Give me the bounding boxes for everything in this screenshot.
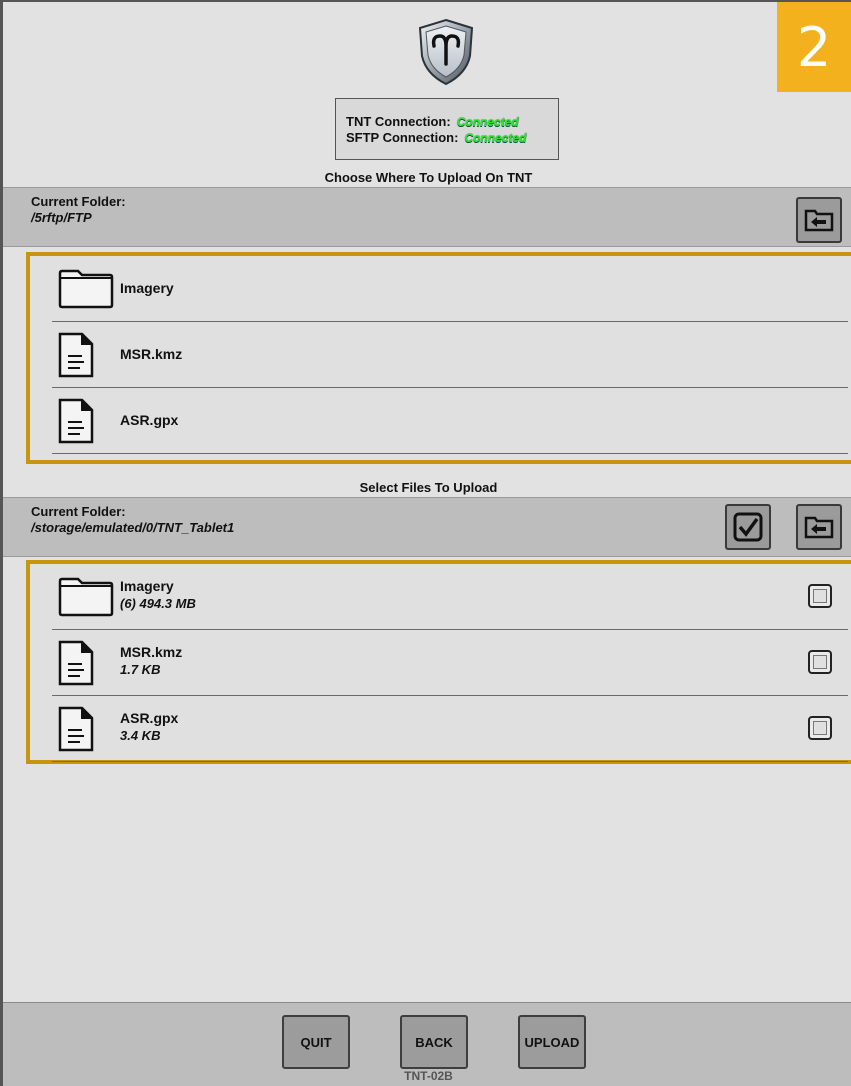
- step-badge: 2: [777, 2, 851, 92]
- local-item-size: 3.4 KB: [120, 728, 161, 743]
- folder-icon: [58, 269, 114, 309]
- remote-section-title: Choose Where To Upload On TNT: [324, 170, 533, 185]
- remote-folder-up-button[interactable]: [796, 197, 842, 243]
- remote-file-list: Imagery MSR.kmz ASR.gpx: [26, 252, 851, 464]
- select-all-button[interactable]: [725, 504, 771, 550]
- folder-back-icon: [804, 209, 834, 232]
- remote-list-item-asr[interactable]: ASR.gpx: [52, 388, 848, 454]
- app-screen: 2 TNT Connection: Connected SFTP Connect…: [0, 0, 851, 1086]
- tnt-connection-row: TNT Connection: Connected: [346, 114, 558, 130]
- file-icon: [58, 332, 94, 378]
- folder-icon: [58, 577, 114, 617]
- connection-status-box: TNT Connection: Connected SFTP Connectio…: [335, 98, 559, 160]
- local-section-title: Select Files To Upload: [359, 480, 498, 495]
- remote-list-item-msr[interactable]: MSR.kmz: [52, 322, 848, 388]
- local-item-size: (6) 494.3 MB: [120, 596, 196, 611]
- sftp-connection-label: SFTP Connection:: [346, 130, 459, 145]
- tnt-connection-status: Connected: [456, 115, 519, 129]
- remote-folder-label: Current Folder:: [31, 194, 126, 209]
- local-item-size: 1.7 KB: [120, 662, 161, 677]
- shield-logo-icon: [418, 18, 474, 86]
- file-icon: [58, 706, 94, 752]
- remote-folder-bar: Current Folder: /5rftp/FTP: [3, 187, 851, 247]
- local-item-checkbox[interactable]: [808, 584, 832, 608]
- device-id-label: TNT-02B: [404, 1069, 453, 1083]
- checkbox-checked-icon: [733, 512, 763, 542]
- local-folder-up-button[interactable]: [796, 504, 842, 550]
- local-item-name: MSR.kmz: [120, 644, 183, 660]
- file-icon: [58, 640, 94, 686]
- local-list-item-msr[interactable]: MSR.kmz 1.7 KB: [52, 630, 848, 696]
- local-item-name: Imagery: [120, 578, 174, 594]
- folder-back-icon: [804, 516, 834, 539]
- tnt-connection-label: TNT Connection:: [346, 114, 451, 129]
- sftp-connection-status: Connected: [464, 131, 527, 145]
- remote-item-name: MSR.kmz: [120, 346, 183, 362]
- step-badge-number: 2: [796, 15, 832, 79]
- remote-list-item-imagery[interactable]: Imagery: [52, 256, 848, 322]
- bottom-action-bar: QUIT BACK UPLOAD TNT-02B: [3, 1002, 851, 1086]
- local-list-item-imagery[interactable]: Imagery (6) 494.3 MB: [52, 564, 848, 630]
- quit-button[interactable]: QUIT: [282, 1015, 350, 1069]
- local-folder-bar: Current Folder: /storage/emulated/0/TNT_…: [3, 497, 851, 557]
- file-icon: [58, 398, 94, 444]
- remote-item-name: ASR.gpx: [120, 412, 179, 428]
- local-item-checkbox[interactable]: [808, 650, 832, 674]
- local-file-list: Imagery (6) 494.3 MB MSR.kmz 1.7 KB ASR.…: [26, 560, 851, 764]
- remote-folder-path: /5rftp/FTP: [31, 210, 92, 225]
- remote-item-name: Imagery: [120, 280, 174, 296]
- local-list-item-asr[interactable]: ASR.gpx 3.4 KB: [52, 696, 848, 762]
- upload-button[interactable]: UPLOAD: [518, 1015, 586, 1069]
- local-item-checkbox[interactable]: [808, 716, 832, 740]
- sftp-connection-row: SFTP Connection: Connected: [346, 130, 558, 146]
- back-button[interactable]: BACK: [400, 1015, 468, 1069]
- local-item-name: ASR.gpx: [120, 710, 179, 726]
